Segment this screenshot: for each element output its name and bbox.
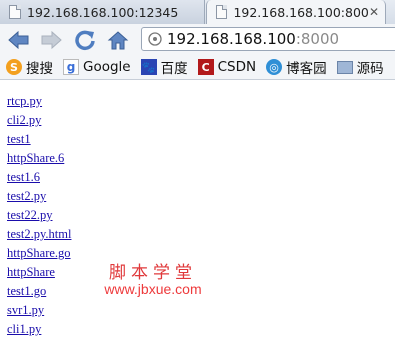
bookmark-label: 搜搜 xyxy=(26,61,53,77)
bookmark-label: 源码 xyxy=(356,61,384,77)
bookmark-cnblogs[interactable]: ◎ 博客园 xyxy=(266,57,327,77)
file-link[interactable]: test1.go xyxy=(7,282,71,301)
file-link[interactable]: cli2.py xyxy=(7,111,71,130)
bookmark-label: 博客园 xyxy=(286,61,327,77)
tab-title: 192.168.168.100:12345 xyxy=(27,4,179,20)
file-link[interactable]: test22.py xyxy=(7,206,71,225)
bookmark-soso[interactable]: S 搜搜 xyxy=(6,57,53,77)
back-arrow-icon xyxy=(8,30,29,50)
bookmark-csdn[interactable]: C CSDN xyxy=(197,59,257,75)
file-link[interactable]: cli1.py xyxy=(7,320,71,339)
watermark-text: 脚本学堂 xyxy=(109,263,197,283)
file-link[interactable]: httpShare.go xyxy=(7,244,71,263)
tab-port-12345[interactable]: 192.168.168.100:12345 xyxy=(0,0,205,24)
reload-button[interactable] xyxy=(74,29,96,51)
tab-strip: 192.168.168.100:12345 192.168.168.100:80… xyxy=(0,0,395,25)
home-icon xyxy=(107,31,129,50)
forward-button[interactable] xyxy=(40,29,62,51)
file-link[interactable]: httpShare xyxy=(7,263,71,282)
globe-icon xyxy=(148,32,162,46)
baidu-paw-icon: 🐾 xyxy=(140,59,157,75)
tab-port-8000[interactable]: 192.168.168.100:8000 ✕ xyxy=(206,0,386,24)
csdn-icon: C xyxy=(197,59,214,75)
cnblogs-icon: ◎ xyxy=(266,59,283,75)
file-link[interactable]: svr1.py xyxy=(7,301,71,320)
directory-listing: rtcp.py cli2.py test1 httpShare.6 test1.… xyxy=(7,92,71,339)
bookmark-baidu[interactable]: 🐾 百度 xyxy=(140,57,188,77)
bookmark-google[interactable]: g Google xyxy=(63,59,131,75)
file-link[interactable]: test2.py xyxy=(7,187,71,206)
close-tab-icon[interactable]: ✕ xyxy=(369,5,379,19)
forward-arrow-icon xyxy=(41,30,62,50)
soso-icon: S xyxy=(6,59,22,75)
page-icon xyxy=(216,5,228,19)
back-button[interactable] xyxy=(8,29,30,51)
file-link[interactable]: rtcp.py xyxy=(7,92,71,111)
google-icon: g xyxy=(63,59,79,75)
url-port: :8000 xyxy=(295,30,340,48)
reload-icon xyxy=(75,30,95,51)
bookmarks-bar: S 搜搜 g Google 🐾 百度 C CSDN ◎ 博客园 源码 xyxy=(0,55,395,80)
folder-icon xyxy=(336,60,353,74)
tab-title: 192.168.168.100:8000 xyxy=(233,4,369,20)
file-link[interactable]: test1.6 xyxy=(7,168,71,187)
toolbar: 192.168.168.100:8000 xyxy=(0,24,395,55)
bookmark-label: Google xyxy=(83,59,131,75)
bookmark-label: 百度 xyxy=(160,61,188,77)
file-link[interactable]: test2.py.html xyxy=(7,225,71,244)
file-link[interactable]: httpShare.6 xyxy=(7,149,71,168)
file-link[interactable]: test1 xyxy=(7,130,71,149)
page-icon xyxy=(9,5,21,19)
watermark: 脚本学堂 www.jbxue.com xyxy=(93,258,213,297)
bookmark-label: CSDN xyxy=(217,59,257,75)
url-host: 192.168.168.100 xyxy=(167,30,296,48)
watermark-url: www.jbxue.com xyxy=(104,281,202,297)
address-bar[interactable]: 192.168.168.100:8000 xyxy=(141,27,395,51)
bookmark-folder[interactable]: 源码 xyxy=(336,57,384,77)
home-button[interactable] xyxy=(107,29,129,51)
